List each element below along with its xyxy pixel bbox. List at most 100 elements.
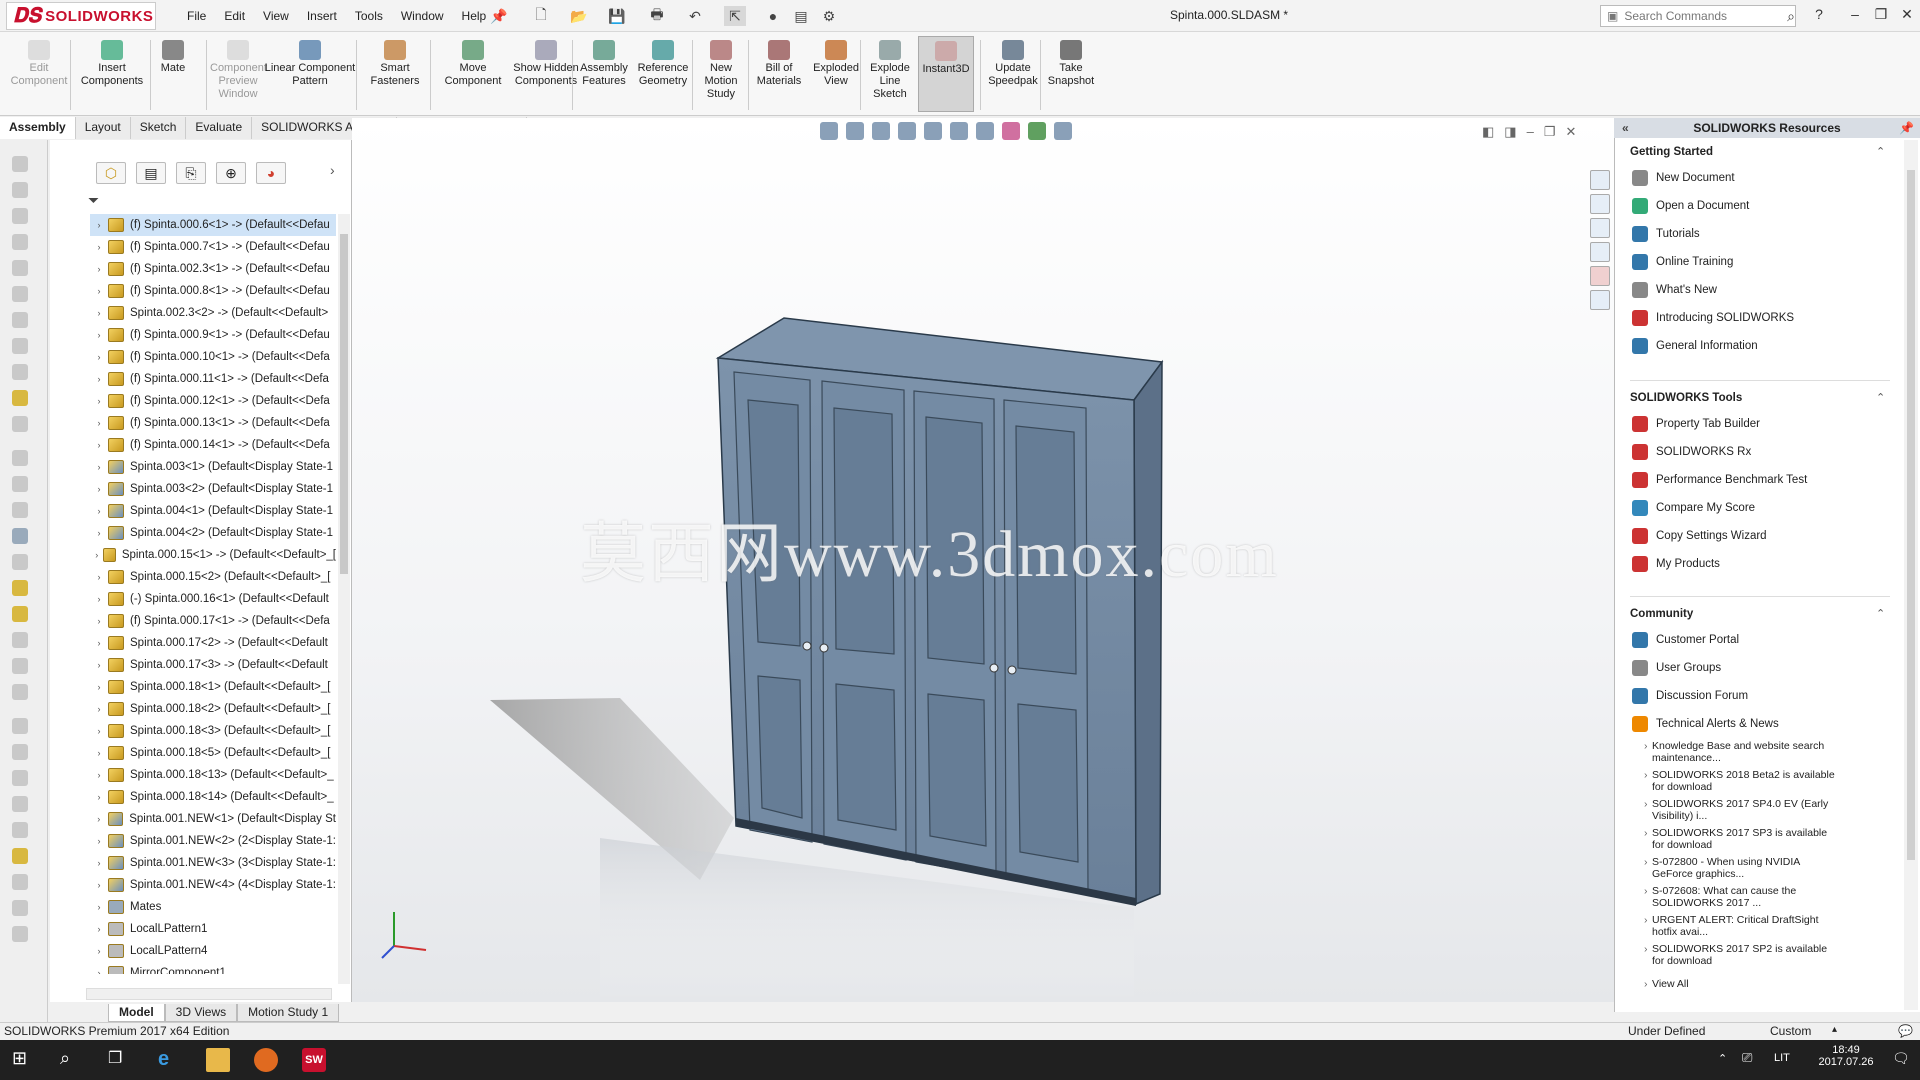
sidebar-tool-16-icon[interactable] <box>12 554 28 570</box>
feature-tree-item[interactable]: › (f) Spinta.002.3<1> -> (Default<<Defau <box>90 258 336 280</box>
feature-tree-item[interactable]: › Spinta.000.18<13> (Default<<Default>_ <box>90 764 336 786</box>
feature-tree-item[interactable]: › Spinta.002.3<2> -> (Default<<Default> <box>90 302 336 324</box>
pin-icon[interactable]: 📌 <box>488 6 510 26</box>
feature-tree-item[interactable]: › (f) Spinta.000.9<1> -> (Default<<Defau <box>90 324 336 346</box>
tab-motion-study-1[interactable]: Motion Study 1 <box>237 1004 340 1022</box>
collapse-getting_started-icon[interactable]: ⌃ <box>1876 145 1885 158</box>
task-pane-scrollbar[interactable] <box>1904 140 1918 1010</box>
expand-caret-icon[interactable]: › <box>90 616 108 626</box>
feature-tree-item[interactable]: › Spinta.000.18<5> (Default<<Default>_[ <box>90 742 336 764</box>
sidebar-tool-5-icon[interactable] <box>12 260 28 276</box>
expand-caret-icon[interactable]: › <box>90 814 108 824</box>
expand-caret-icon[interactable]: › <box>90 220 108 230</box>
menu-edit[interactable]: Edit <box>215 9 254 23</box>
sidebar-tool-20-icon[interactable] <box>12 658 28 674</box>
sidebar-tool-23-icon[interactable] <box>12 744 28 760</box>
sidebar-tool-21-icon[interactable] <box>12 684 28 700</box>
cmd-move-component-button[interactable]: Move Component <box>438 40 508 88</box>
feature-tree-tab-icon[interactable]: ⬡ <box>96 162 126 184</box>
cmd-exploded-view-button[interactable]: Exploded View <box>808 40 864 88</box>
link-what-s-new[interactable]: What's New <box>1632 282 1717 298</box>
collapse-pane-icon[interactable]: « <box>1622 121 1629 135</box>
tab-model[interactable]: Model <box>108 1004 165 1022</box>
link-performance-benchmark-test[interactable]: Performance Benchmark Test <box>1632 472 1807 488</box>
cmd-explode-line-sketch-button[interactable]: Explode Line Sketch <box>866 40 914 101</box>
cmd-bill-of-materials-button[interactable]: Bill of Materials <box>754 40 804 88</box>
clock[interactable]: 18:49 2017.07.26 <box>1810 1044 1882 1068</box>
tooltip-icon[interactable]: 💬 <box>1898 1024 1913 1038</box>
link-open-a-document[interactable]: Open a Document <box>1632 198 1749 214</box>
sidebar-tool-18-icon[interactable] <box>12 606 28 622</box>
news-item[interactable]: SOLIDWORKS 2017 SP2 is available for dow… <box>1644 943 1842 967</box>
expand-caret-icon[interactable]: › <box>90 242 108 252</box>
news-item[interactable]: SOLIDWORKS 2018 Beta2 is available for d… <box>1644 769 1842 793</box>
expand-caret-icon[interactable]: › <box>90 506 108 516</box>
chevron-up-icon[interactable]: ▴ <box>1832 1024 1837 1035</box>
feature-tree-item[interactable]: › (f) Spinta.000.13<1> -> (Default<<Defa <box>90 412 336 434</box>
select-icon[interactable]: ⇱ <box>724 6 746 26</box>
expand-caret-icon[interactable]: › <box>90 264 108 274</box>
feature-tree-item[interactable]: › Spinta.000.15<1> -> (Default<<Default>_… <box>90 544 336 566</box>
configuration-manager-tab-icon[interactable]: ⎘ <box>176 162 206 184</box>
feature-tree-item[interactable]: › Spinta.000.18<3> (Default<<Default>_[ <box>90 720 336 742</box>
feature-tree-item[interactable]: › LocalLPattern1 <box>90 918 336 940</box>
sidebar-tool-8-icon[interactable] <box>12 338 28 354</box>
feature-tree-item[interactable]: › (-) Spinta.000.16<1> (Default<<Default <box>90 588 336 610</box>
news-item[interactable]: URGENT ALERT: Critical DraftSight hotfix… <box>1644 914 1842 938</box>
feature-tree-item[interactable]: › MirrorComponent1 <box>90 962 336 974</box>
sidebar-tool-9-icon[interactable] <box>12 364 28 380</box>
feature-tree-item[interactable]: › (f) Spinta.000.12<1> -> (Default<<Defa <box>90 390 336 412</box>
expand-caret-icon[interactable]: › <box>90 484 108 494</box>
solidworks-taskbar-icon[interactable]: SW <box>302 1048 326 1072</box>
unit-system-dropdown[interactable]: Custom <box>1770 1024 1811 1038</box>
news-item[interactable]: S-072608: What can cause the SOLIDWORKS … <box>1644 885 1842 909</box>
sidebar-tool-22-icon[interactable] <box>12 718 28 734</box>
feature-tree-item[interactable]: › (f) Spinta.000.14<1> -> (Default<<Defa <box>90 434 336 456</box>
menu-view[interactable]: View <box>254 9 298 23</box>
feature-tree-item[interactable]: › Mates <box>90 896 336 918</box>
expand-caret-icon[interactable]: › <box>90 330 108 340</box>
feature-tree-item[interactable]: › LocalLPattern4 <box>90 940 336 962</box>
news-item[interactable]: Knowledge Base and website search mainte… <box>1644 740 1842 764</box>
news-item[interactable]: SOLIDWORKS 2017 SP4.0 EV (Early Visibili… <box>1644 798 1842 822</box>
cmd-mate-button[interactable]: Mate <box>152 40 194 75</box>
expand-caret-icon[interactable]: › <box>90 726 108 736</box>
link-user-groups[interactable]: User Groups <box>1632 660 1721 676</box>
view-all-link[interactable]: View All <box>1644 978 1842 990</box>
cmd-instant3d-button[interactable]: Instant3D <box>918 36 974 112</box>
tab-sketch[interactable]: Sketch <box>131 117 187 139</box>
cmd-show-hidden-components-button[interactable]: Show Hidden Components <box>512 40 580 88</box>
feature-tree-item[interactable]: › (f) Spinta.000.6<1> -> (Default<<Defau <box>90 214 336 236</box>
expand-caret-icon[interactable]: › <box>90 308 108 318</box>
tray-chevron-icon[interactable]: ⌃ <box>1718 1052 1727 1065</box>
feature-tree-item[interactable]: › (f) Spinta.000.17<1> -> (Default<<Defa <box>90 610 336 632</box>
link-discussion-forum[interactable]: Discussion Forum <box>1632 688 1748 704</box>
cmd-update-speedpak-button[interactable]: Update Speedpak <box>988 40 1038 88</box>
filter-icon[interactable]: ⏷ <box>88 192 99 209</box>
sidebar-tool-14-icon[interactable] <box>12 502 28 518</box>
expand-caret-icon[interactable]: › <box>90 902 108 912</box>
sidebar-tool-4-icon[interactable] <box>12 234 28 250</box>
feature-tree-item[interactable]: › Spinta.003<2> (Default<Display State-1 <box>90 478 336 500</box>
sidebar-tool-24-icon[interactable] <box>12 770 28 786</box>
sidebar-tool-1-icon[interactable] <box>12 156 28 172</box>
link-solidworks-rx[interactable]: SOLIDWORKS Rx <box>1632 444 1751 460</box>
pin-pane-icon[interactable]: 📌 <box>1899 121 1914 135</box>
feature-tree-item[interactable]: › Spinta.001.NEW<3> (3<Display State-1: <box>90 852 336 874</box>
print-icon[interactable]: 🖶 <box>646 6 668 26</box>
tab-3d-views[interactable]: 3D Views <box>164 1004 238 1022</box>
expand-caret-icon[interactable]: › <box>90 858 108 868</box>
tab-layout[interactable]: Layout <box>76 117 131 139</box>
file-properties-icon[interactable]: ▤ <box>790 6 812 26</box>
expand-caret-icon[interactable]: › <box>90 528 108 538</box>
feature-tree-item[interactable]: › Spinta.001.NEW<1> (Default<Display St <box>90 808 336 830</box>
sidebar-tool-15-icon[interactable] <box>12 528 28 544</box>
feature-tree-item[interactable]: › Spinta.000.18<1> (Default<<Default>_[ <box>90 676 336 698</box>
link-introducing-solidworks[interactable]: Introducing SOLIDWORKS <box>1632 310 1794 326</box>
sidebar-tool-26-icon[interactable] <box>12 822 28 838</box>
expand-caret-icon[interactable]: › <box>90 748 108 758</box>
expand-caret-icon[interactable]: › <box>90 550 103 560</box>
cmd-linear-component-pattern-button[interactable]: Linear Component Pattern <box>262 40 358 88</box>
sidebar-tool-13-icon[interactable] <box>12 476 28 492</box>
cmd-reference-geometry-button[interactable]: Reference Geometry <box>634 40 692 88</box>
